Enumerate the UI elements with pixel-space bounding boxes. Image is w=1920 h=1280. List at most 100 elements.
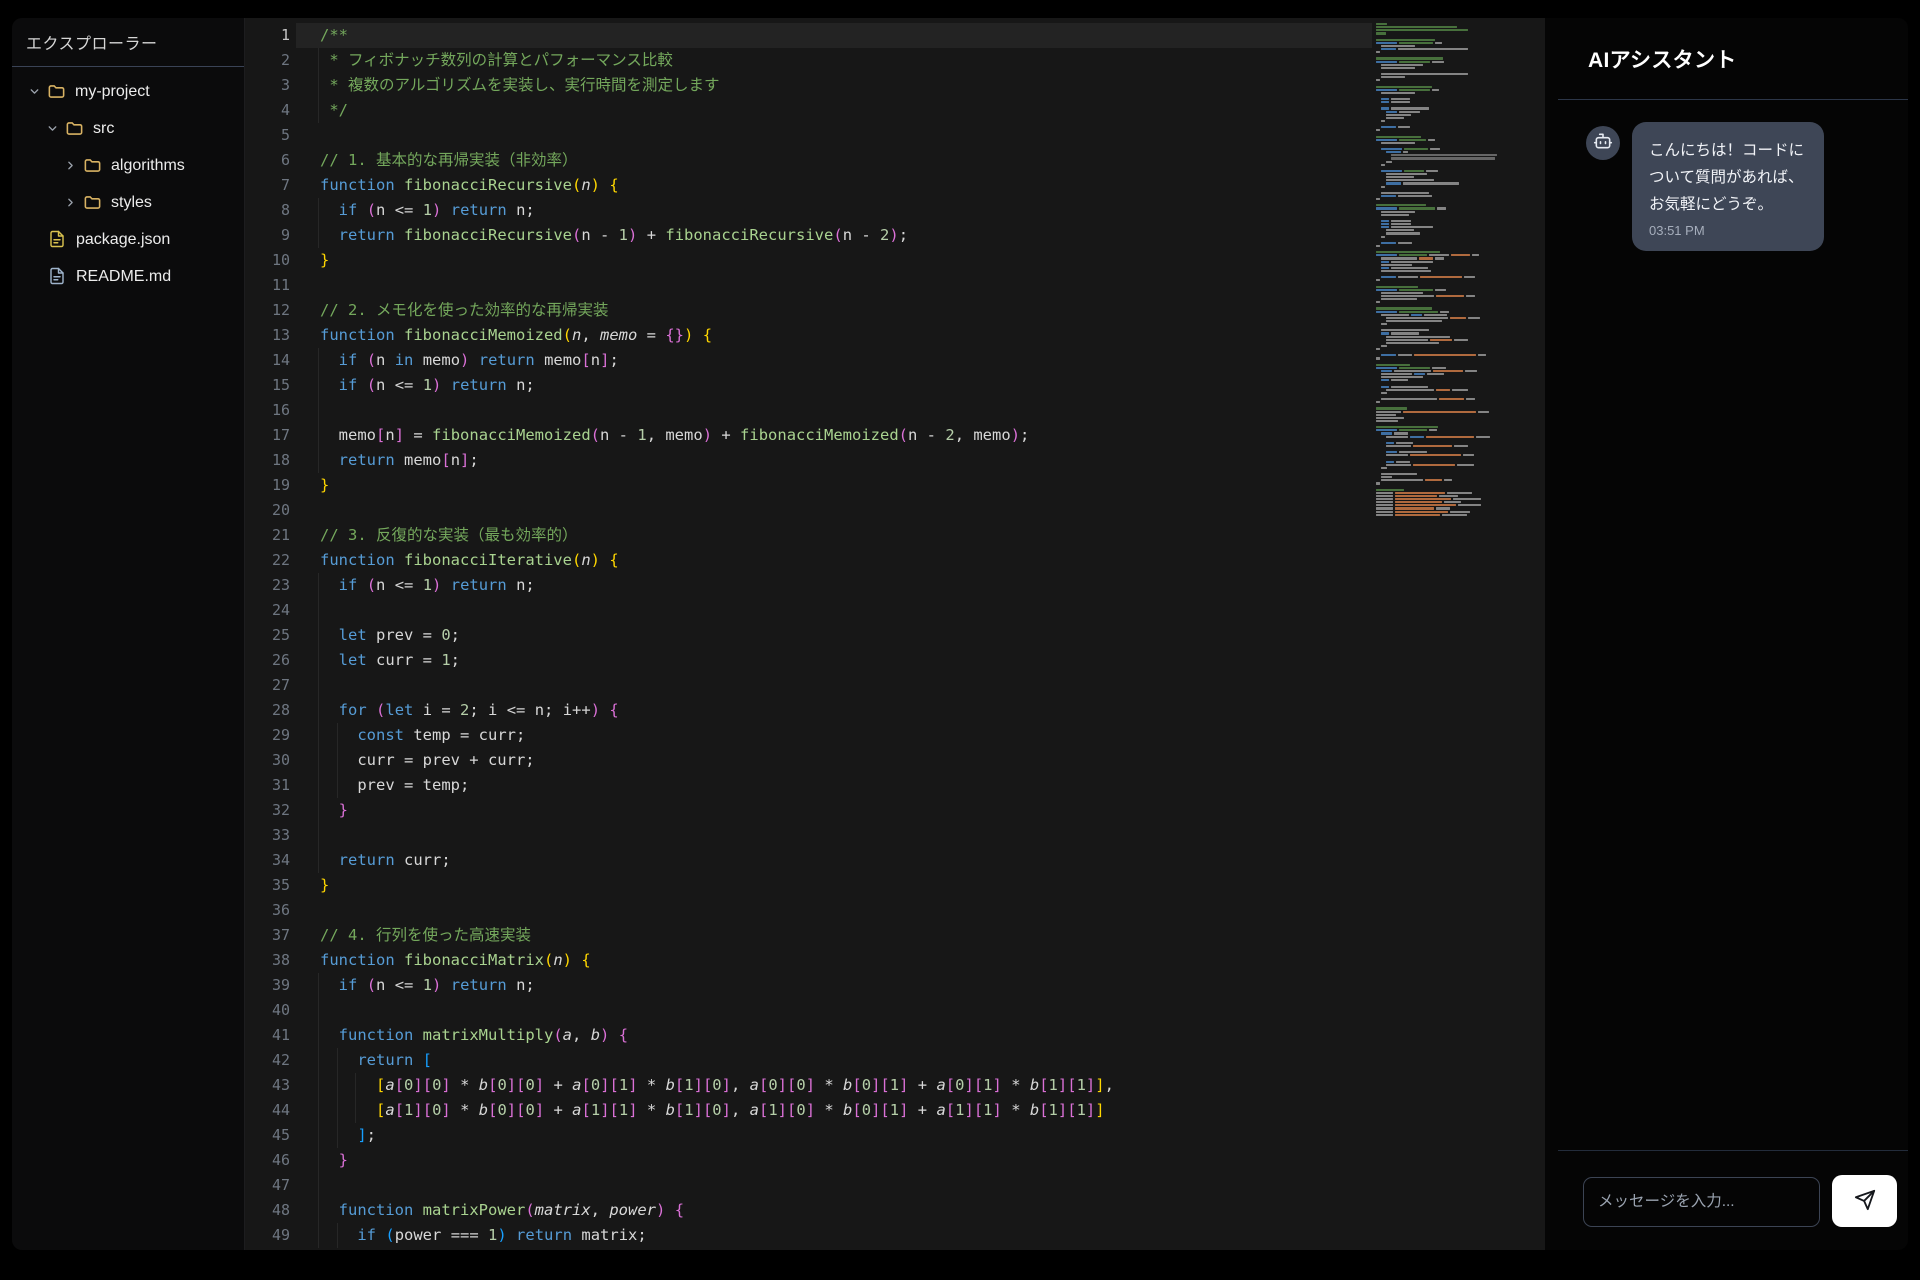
code-line[interactable]: return memo[n]; — [318, 448, 1114, 473]
indent-guide — [318, 223, 319, 248]
minimap-row — [1376, 120, 1536, 122]
code-line[interactable]: */ — [318, 98, 1114, 123]
code-line[interactable] — [318, 998, 1114, 1023]
code-line[interactable]: function fibonacciMemoized(n, memo = {})… — [318, 323, 1114, 348]
minimap-row — [1376, 482, 1536, 484]
minimap-row — [1376, 401, 1536, 403]
minimap-row — [1376, 326, 1536, 328]
minimap-row — [1376, 148, 1536, 150]
code-line[interactable]: if (n <= 1) return n; — [318, 373, 1114, 398]
code-line[interactable]: [a[1][0] * b[0][0] + a[1][1] * b[1][0], … — [318, 1098, 1114, 1123]
code-line[interactable]: if (n <= 1) return n; — [318, 573, 1114, 598]
minimap-row — [1376, 214, 1536, 216]
explorer-header: エクスプローラー — [12, 18, 244, 67]
minimap-row — [1376, 489, 1536, 491]
minimap-row — [1376, 329, 1536, 331]
line-number: 16 — [245, 398, 290, 423]
code-line[interactable]: return curr; — [318, 848, 1114, 873]
code-line[interactable]: prev = temp; — [318, 773, 1114, 798]
code-line[interactable]: if (power === 1) return matrix; — [318, 1223, 1114, 1248]
code-line[interactable]: } — [318, 798, 1114, 823]
code-line[interactable]: ]; — [318, 1123, 1114, 1148]
code-line[interactable] — [318, 398, 1114, 423]
line-number: 41 — [245, 1023, 290, 1048]
line-number: 44 — [245, 1098, 290, 1123]
minimap-row — [1376, 29, 1536, 31]
code-line[interactable] — [318, 273, 1114, 298]
minimap[interactable] — [1376, 23, 1536, 543]
sidebar-item-readme-md[interactable]: README.md — [12, 258, 244, 295]
code-line[interactable]: * フィボナッチ数列の計算とパフォーマンス比較 — [318, 48, 1114, 73]
code-line[interactable]: for (let i = 2; i <= n; i++) { — [318, 698, 1114, 723]
line-number: 49 — [245, 1223, 290, 1248]
chat-input[interactable] — [1583, 1177, 1820, 1227]
minimap-row — [1376, 354, 1536, 356]
code-line[interactable]: function fibonacciMatrix(n) { — [318, 948, 1114, 973]
minimap-row — [1376, 39, 1536, 41]
send-button[interactable] — [1832, 1175, 1897, 1227]
minimap-row — [1376, 304, 1536, 306]
sidebar-item-src[interactable]: src — [12, 110, 244, 147]
code-line[interactable] — [318, 598, 1114, 623]
code-line[interactable]: function matrixPower(matrix, power) { — [318, 1198, 1114, 1223]
code-line[interactable]: function fibonacciIterative(n) { — [318, 548, 1114, 573]
sidebar-item-my-project[interactable]: my-project — [12, 73, 244, 110]
code-line[interactable] — [318, 123, 1114, 148]
sidebar-item-styles[interactable]: styles — [12, 184, 244, 221]
minimap-row — [1376, 139, 1536, 141]
chevron-down-icon[interactable] — [46, 122, 60, 136]
code-line[interactable] — [318, 898, 1114, 923]
line-number: 5 — [245, 123, 290, 148]
chevron-right-icon[interactable] — [64, 159, 78, 173]
code-line[interactable]: let prev = 0; — [318, 623, 1114, 648]
code-line[interactable]: /** — [318, 23, 1114, 48]
chevron-right-icon[interactable] — [64, 196, 78, 210]
sidebar-item-algorithms[interactable]: algorithms — [12, 147, 244, 184]
minimap-row — [1376, 298, 1536, 300]
line-number: 19 — [245, 473, 290, 498]
code-line[interactable]: if (n <= 1) return n; — [318, 198, 1114, 223]
line-number: 26 — [245, 648, 290, 673]
code-line[interactable]: } — [318, 473, 1114, 498]
code-line[interactable] — [318, 823, 1114, 848]
line-number: 27 — [245, 673, 290, 698]
minimap-row — [1376, 51, 1536, 53]
code-line[interactable] — [318, 1173, 1114, 1198]
code-line[interactable]: return fibonacciRecursive(n - 1) + fibon… — [318, 223, 1114, 248]
minimap-row — [1376, 417, 1536, 419]
sidebar-item-package-json[interactable]: package.json — [12, 221, 244, 258]
minimap-row — [1376, 229, 1536, 231]
code-line[interactable]: } — [318, 1148, 1114, 1173]
code-editor[interactable]: 1234567891011121314151617181920212223242… — [245, 18, 1545, 1250]
code-content[interactable]: /** * フィボナッチ数列の計算とパフォーマンス比較 * 複数のアルゴリズムを… — [318, 23, 1114, 1248]
line-number: 33 — [245, 823, 290, 848]
code-line[interactable]: curr = prev + curr; — [318, 748, 1114, 773]
code-line[interactable]: } — [318, 873, 1114, 898]
bot-icon — [1593, 131, 1613, 156]
code-line[interactable]: if (n <= 1) return n; — [318, 973, 1114, 998]
code-line[interactable]: // 2. メモ化を使った効率的な再帰実装 — [318, 298, 1114, 323]
code-line[interactable]: * 複数のアルゴリズムを実装し、実行時間を測定します — [318, 73, 1114, 98]
ai-assistant-panel: AIアシスタント こんにちは！コードについて質問があれば、お気軽にどうぞ。 03… — [1558, 18, 1908, 1250]
code-line[interactable]: function matrixMultiply(a, b) { — [318, 1023, 1114, 1048]
indent-guide — [318, 198, 319, 223]
minimap-row — [1376, 192, 1536, 194]
code-line[interactable]: } — [318, 248, 1114, 273]
code-line[interactable]: // 3. 反復的な実装（最も効率的） — [318, 523, 1114, 548]
code-line[interactable]: return [ — [318, 1048, 1114, 1073]
indent-guide — [337, 748, 338, 773]
minimap-row — [1376, 57, 1536, 59]
code-line[interactable]: // 4. 行列を使った高速実装 — [318, 923, 1114, 948]
minimap-row — [1376, 470, 1536, 472]
code-line[interactable] — [318, 498, 1114, 523]
code-line[interactable]: memo[n] = fibonacciMemoized(n - 1, memo)… — [318, 423, 1114, 448]
code-line[interactable] — [318, 673, 1114, 698]
line-number: 42 — [245, 1048, 290, 1073]
code-line[interactable]: const temp = curr; — [318, 723, 1114, 748]
chevron-down-icon[interactable] — [28, 85, 42, 99]
code-line[interactable]: function fibonacciRecursive(n) { — [318, 173, 1114, 198]
code-line[interactable]: let curr = 1; — [318, 648, 1114, 673]
code-line[interactable]: // 1. 基本的な再帰実装（非効率） — [318, 148, 1114, 173]
code-line[interactable]: if (n in memo) return memo[n]; — [318, 348, 1114, 373]
code-line[interactable]: [a[0][0] * b[0][0] + a[0][1] * b[1][0], … — [318, 1073, 1114, 1098]
